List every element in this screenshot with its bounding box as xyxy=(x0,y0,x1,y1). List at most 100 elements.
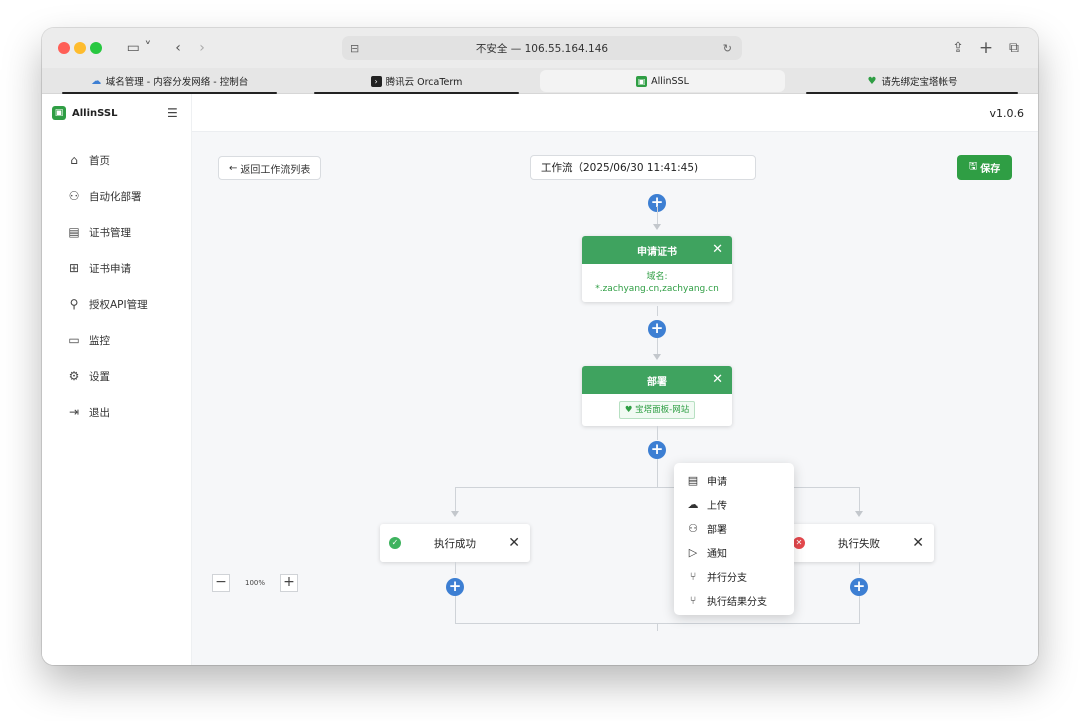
menu-item-apply[interactable]: ▤ 申请 xyxy=(674,468,794,492)
add-node-button[interactable]: + xyxy=(648,320,666,338)
deploy-icon: ⚇ xyxy=(68,189,80,203)
version-label: v1.0.6 xyxy=(989,107,1025,120)
success-branch-node[interactable]: ✓ 执行成功 ✕ xyxy=(380,524,530,562)
close-icon[interactable]: ✕ xyxy=(508,535,520,551)
node-header: 部署 ✕ xyxy=(582,366,732,394)
menu-item-deploy[interactable]: ⚇ 部署 xyxy=(674,516,794,540)
app-root: ▣ AllinSSL ☰ ⌂ 首页 ⚇ 自动化部署 ▤ 证书管理 ⊞ 证书申请 ⚲ 授权A… xyxy=(42,94,1038,665)
forward-nav-icon[interactable]: › xyxy=(194,38,210,58)
zoom-in-button[interactable]: + xyxy=(280,574,299,592)
maximize-window-button[interactable] xyxy=(90,42,102,54)
sidebar-item-cert-manage[interactable]: ▤ 证书管理 xyxy=(66,214,148,250)
minimize-window-button[interactable] xyxy=(74,42,86,54)
tab-orcaterm[interactable]: › 腾讯云 OrcaTerm xyxy=(304,70,529,94)
settings-icon: ⚙ xyxy=(68,369,80,383)
node-title: 申请证书 xyxy=(637,246,677,258)
sidebar-item-settings[interactable]: ⚙ 设置 xyxy=(66,358,148,394)
tab-allinssl[interactable]: ▣ AllinSSL xyxy=(540,70,785,92)
tab-label: 腾讯云 OrcaTerm xyxy=(385,77,463,88)
apply-cert-node[interactable]: 申请证书 ✕ 域名: *.zachyang.cn,zachyang.cn xyxy=(582,236,732,302)
menu-item-label: 通知 xyxy=(707,548,727,560)
close-icon[interactable]: ✕ xyxy=(712,242,723,257)
menu-item-label: 上传 xyxy=(707,500,727,512)
back-label: 返回工作流列表 xyxy=(240,164,311,176)
sidebar-item-cert-apply[interactable]: ⊞ 证书申请 xyxy=(66,250,148,286)
brand-name: AllinSSL xyxy=(72,107,118,119)
menu-item-label: 执行结果分支 xyxy=(707,596,767,608)
close-icon[interactable]: ✕ xyxy=(712,372,723,387)
plus-square-icon: ⊞ xyxy=(68,261,80,275)
tab-cdn[interactable]: ☁ 域名管理 - 内容分发网络 - 控制台 xyxy=(52,70,287,94)
connector xyxy=(859,596,860,624)
back-nav-icon[interactable]: ‹ xyxy=(170,38,186,58)
allinssl-favicon-icon: ▣ xyxy=(636,75,648,87)
sidebar-toggle-icon[interactable]: ▭ ˅ xyxy=(122,38,156,58)
top-bar: v1.0.6 xyxy=(192,94,1038,132)
save-button[interactable]: 🖫 保存 xyxy=(957,155,1012,180)
arrow xyxy=(653,224,661,230)
baota-icon: ♥ xyxy=(867,75,877,87)
node-title: 部署 xyxy=(647,376,667,388)
new-tab-icon[interactable]: + xyxy=(978,38,994,58)
menu-item-upload[interactable]: ☁ 上传 xyxy=(674,492,794,516)
baota-icon: ♥ xyxy=(624,405,636,415)
arrow xyxy=(653,354,661,360)
menu-item-label: 部署 xyxy=(707,524,727,536)
save-icon: 🖫 xyxy=(968,161,978,172)
title-bar: ▭ ˅ ‹ › ⊟ 不安全 — 106.55.164.146 ↻ ⇪ + ⧉ xyxy=(42,28,1038,68)
add-node-button[interactable]: + xyxy=(850,578,868,596)
share-icon[interactable]: ⇪ xyxy=(950,38,966,58)
connector xyxy=(455,562,456,574)
add-node-button[interactable]: + xyxy=(446,578,464,596)
sidebar-item-label: 自动化部署 xyxy=(89,190,142,203)
domain-value: *.zachyang.cn,zachyang.cn xyxy=(595,284,719,294)
connector xyxy=(657,426,658,440)
deploy-node[interactable]: 部署 ✕ ♥ 宝塔面板-网站 xyxy=(582,366,732,426)
monitor-icon: ▭ xyxy=(68,333,80,347)
node-body: 域名: *.zachyang.cn,zachyang.cn xyxy=(582,264,732,302)
sidebar-item-logout[interactable]: ⇥ 退出 xyxy=(66,394,148,430)
sidebar-item-label: 监控 xyxy=(89,334,110,347)
sidebar-item-label: 退出 xyxy=(89,406,110,419)
tab-bar: ☁ 域名管理 - 内容分发网络 - 控制台 › 腾讯云 OrcaTerm ▣ A… xyxy=(42,68,1038,94)
reload-icon[interactable]: ↻ xyxy=(723,42,732,55)
sidebar-item-deploy[interactable]: ⚇ 自动化部署 xyxy=(66,178,148,214)
apply-icon: ▤ xyxy=(687,473,699,487)
sidebar-item-api[interactable]: ⚲ 授权API管理 xyxy=(66,286,148,322)
cert-icon: ▤ xyxy=(68,225,80,239)
close-window-button[interactable] xyxy=(58,42,70,54)
menu-item-notify[interactable]: ▷ 通知 xyxy=(674,540,794,564)
sidebar-item-home[interactable]: ⌂ 首页 xyxy=(66,142,148,178)
connector xyxy=(657,306,658,316)
domain-label: 域名: xyxy=(646,272,668,282)
address-bar[interactable]: ⊟ 不安全 — 106.55.164.146 ↻ xyxy=(342,36,742,60)
logo-icon: ▣ xyxy=(52,106,66,120)
sidebar-item-monitor[interactable]: ▭ 监控 xyxy=(66,322,148,358)
workflow-name-input[interactable]: 工作流（2025/06/30 11:41:45) xyxy=(530,155,756,180)
add-node-button-active[interactable]: + xyxy=(648,441,666,459)
zoom-out-button[interactable]: − xyxy=(212,574,230,592)
branch-line xyxy=(455,487,860,488)
menu-item-result-branch[interactable]: ⑂ 执行结果分支 xyxy=(674,588,794,612)
tab-overview-icon[interactable]: ⧉ xyxy=(1006,38,1022,58)
zoom-level: 100% xyxy=(245,579,266,587)
node-header: 申请证书 ✕ xyxy=(582,236,732,264)
result-branch-icon: ⑂ xyxy=(689,593,697,607)
home-icon: ⌂ xyxy=(70,153,78,167)
collapse-menu-icon[interactable]: ☰ xyxy=(167,106,178,120)
main-canvas: v1.0.6 ← 返回工作流列表 工作流（2025/06/30 11:41:45… xyxy=(192,94,1038,665)
browser-window: ▭ ˅ ‹ › ⊟ 不安全 — 106.55.164.146 ↻ ⇪ + ⧉ ☁… xyxy=(42,28,1038,665)
tab-baota[interactable]: ♥ 请先绑定宝塔帐号 xyxy=(796,70,1028,94)
sidebar-item-label: 首页 xyxy=(89,154,110,167)
deploy-target-label: 宝塔面板-网站 xyxy=(635,405,690,415)
back-to-list-button[interactable]: ← 返回工作流列表 xyxy=(218,156,322,180)
node-body: ♥ 宝塔面板-网站 xyxy=(582,394,732,426)
address-text: 不安全 — 106.55.164.146 xyxy=(475,42,609,55)
arrow xyxy=(855,511,863,517)
send-icon: ▷ xyxy=(688,545,698,559)
menu-item-parallel-branch[interactable]: ⑂ 并行分支 xyxy=(674,564,794,588)
tab-label: AllinSSL xyxy=(651,75,689,87)
close-icon[interactable]: ✕ xyxy=(912,535,924,551)
arrow xyxy=(451,511,459,517)
fail-branch-node[interactable]: ✕ 执行失败 ✕ xyxy=(784,524,934,562)
